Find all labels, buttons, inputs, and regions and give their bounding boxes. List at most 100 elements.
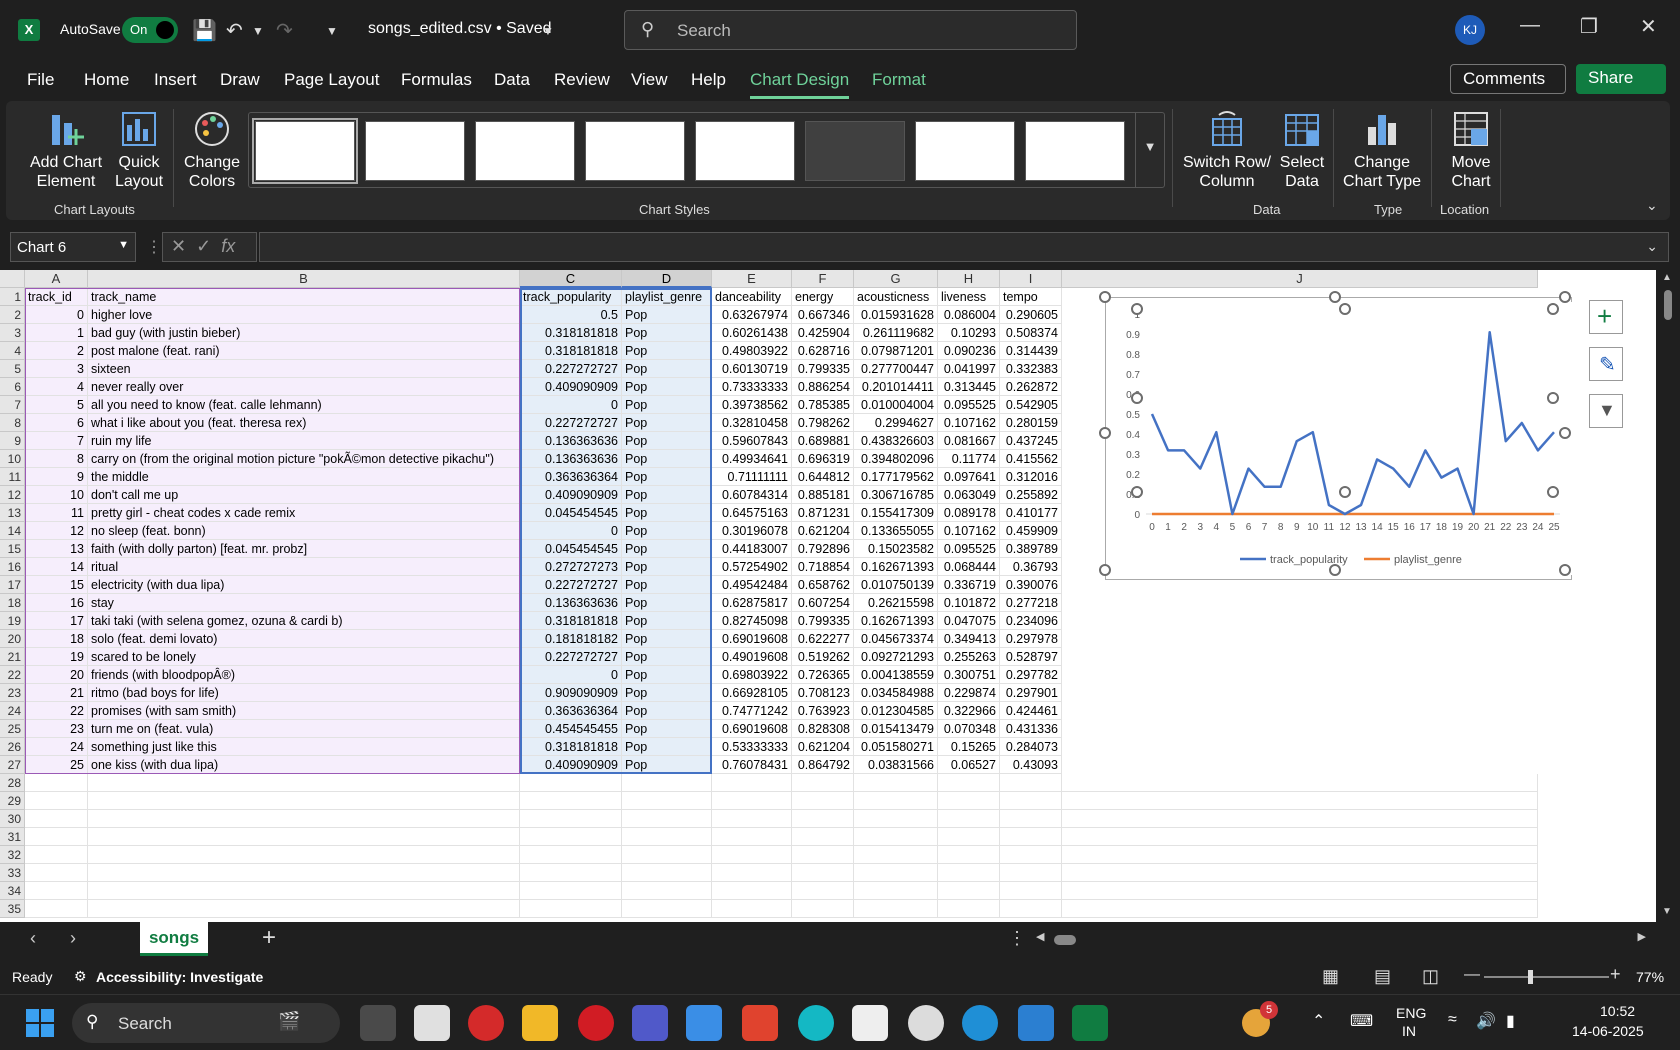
cell[interactable]: 0.349413 — [938, 630, 1000, 648]
cell[interactable]: 0.092721293 — [854, 648, 938, 666]
cell[interactable] — [520, 882, 622, 900]
cell[interactable]: 0.528797 — [1000, 648, 1062, 666]
clock-time[interactable]: 10:52 — [1600, 1003, 1635, 1019]
cell[interactable]: 0.10293 — [938, 324, 1000, 342]
cell[interactable]: 23 — [25, 720, 88, 738]
cell[interactable]: scared to be lonely — [88, 648, 520, 666]
cell[interactable]: Pop — [622, 522, 712, 540]
cell[interactable]: 0.162671393 — [854, 558, 938, 576]
cell[interactable]: 0.66928105 — [712, 684, 792, 702]
cell[interactable]: 0.26215598 — [854, 594, 938, 612]
cell[interactable]: 0.799335 — [792, 360, 854, 378]
cell[interactable]: Pop — [622, 540, 712, 558]
cell[interactable] — [1000, 882, 1062, 900]
header-cell[interactable]: track_popularity — [520, 288, 622, 306]
column-header-j[interactable]: J — [1062, 270, 1538, 288]
row-header[interactable]: 34 — [0, 882, 25, 900]
cell[interactable]: what i like about you (feat. theresa rex… — [88, 414, 520, 432]
cell[interactable]: 0.063049 — [938, 486, 1000, 504]
cell[interactable] — [854, 864, 938, 882]
cell[interactable]: one kiss (with dua lipa) — [88, 756, 520, 774]
save-icon[interactable]: 💾 — [192, 18, 217, 43]
chart-style-8[interactable] — [1025, 121, 1125, 181]
cell[interactable] — [712, 774, 792, 792]
cell[interactable] — [1062, 846, 1538, 864]
cell[interactable] — [88, 882, 520, 900]
battery-icon[interactable]: ▮ — [1506, 1011, 1515, 1031]
horizontal-scrollbar[interactable]: ◀ ▶ — [1036, 930, 1646, 948]
cell[interactable]: 0.318181818 — [520, 738, 622, 756]
cell[interactable]: 0.089178 — [938, 504, 1000, 522]
cell[interactable]: 0.095525 — [938, 396, 1000, 414]
scroll-thumb[interactable] — [1664, 290, 1672, 320]
cell[interactable]: solo (feat. demi lovato) — [88, 630, 520, 648]
cell[interactable]: 0.43093 — [1000, 756, 1062, 774]
cell[interactable]: 0.621204 — [792, 522, 854, 540]
cell[interactable] — [1062, 774, 1538, 792]
cell[interactable]: 0.272727273 — [520, 558, 622, 576]
cell[interactable]: 0.57254902 — [712, 558, 792, 576]
cell[interactable]: 0.508374 — [1000, 324, 1062, 342]
share-button[interactable]: Share — [1576, 64, 1666, 94]
cell[interactable]: 12 — [25, 522, 88, 540]
prev-sheet-icon[interactable]: ‹ — [30, 928, 36, 949]
cell[interactable]: 0.290605 — [1000, 306, 1062, 324]
cell[interactable] — [1000, 900, 1062, 918]
cell[interactable]: 0.69019608 — [712, 720, 792, 738]
cell[interactable] — [938, 882, 1000, 900]
cell[interactable]: 0 — [520, 396, 622, 414]
cell[interactable]: Pop — [622, 720, 712, 738]
cell[interactable]: 0.909090909 — [520, 684, 622, 702]
notion-icon[interactable] — [852, 1005, 888, 1041]
cell[interactable] — [712, 882, 792, 900]
cell[interactable] — [1062, 882, 1538, 900]
cell[interactable] — [520, 846, 622, 864]
page-break-view-icon[interactable]: ◫ — [1422, 966, 1439, 987]
cell[interactable]: 0.32810458 — [712, 414, 792, 432]
change-colors-button[interactable]: Change Colors — [180, 109, 244, 191]
row-header[interactable]: 18 — [0, 594, 25, 612]
column-header-e[interactable]: E — [712, 270, 792, 288]
cell[interactable]: 0.107162 — [938, 414, 1000, 432]
next-sheet-icon[interactable]: › — [70, 928, 76, 949]
cell[interactable]: 8 — [25, 450, 88, 468]
autosave-toggle[interactable]: On — [122, 17, 178, 43]
cell[interactable]: Pop — [622, 630, 712, 648]
cell[interactable]: 0.763923 — [792, 702, 854, 720]
cell[interactable]: 0.49803922 — [712, 342, 792, 360]
change-chart-type-button[interactable]: Change Chart Type — [1340, 109, 1424, 191]
word-app-icon[interactable] — [414, 1005, 450, 1041]
header-cell[interactable]: playlist_genre — [622, 288, 712, 306]
normal-view-icon[interactable]: ▦ — [1322, 966, 1339, 987]
cell[interactable]: 0.409090909 — [520, 486, 622, 504]
cell[interactable]: 2 — [25, 342, 88, 360]
cell[interactable]: 0.070348 — [938, 720, 1000, 738]
cell[interactable]: 24 — [25, 738, 88, 756]
cell[interactable]: 0.15265 — [938, 738, 1000, 756]
cell[interactable]: Pop — [622, 396, 712, 414]
cell[interactable] — [520, 810, 622, 828]
cell[interactable]: 0.322966 — [938, 702, 1000, 720]
cell[interactable]: 0 — [25, 306, 88, 324]
volume-icon[interactable]: 🔊 — [1476, 1011, 1496, 1031]
cell[interactable]: 0.010004004 — [854, 396, 938, 414]
resize-handle[interactable] — [1131, 392, 1143, 404]
cell[interactable]: 0.277700447 — [854, 360, 938, 378]
cell[interactable] — [854, 828, 938, 846]
cell[interactable]: 0.49542484 — [712, 576, 792, 594]
cell[interactable]: 0.885181 — [792, 486, 854, 504]
resize-handle[interactable] — [1339, 486, 1351, 498]
cell[interactable]: 0.726365 — [792, 666, 854, 684]
cell[interactable]: Pop — [622, 684, 712, 702]
cell[interactable]: 0.799335 — [792, 612, 854, 630]
cell[interactable]: 0.280159 — [1000, 414, 1062, 432]
cell[interactable]: 0.15023582 — [854, 540, 938, 558]
cell[interactable]: 0.012304585 — [854, 702, 938, 720]
collapse-ribbon-icon[interactable]: ⌄ — [1646, 197, 1658, 214]
row-header[interactable]: 5 — [0, 360, 25, 378]
cell[interactable] — [792, 882, 854, 900]
scroll-left-icon[interactable]: ◀ — [1036, 930, 1044, 943]
cell[interactable]: 0.136363636 — [520, 432, 622, 450]
chart-filters-button[interactable]: ▼ — [1589, 394, 1623, 428]
comments-button[interactable]: Comments — [1450, 64, 1566, 94]
